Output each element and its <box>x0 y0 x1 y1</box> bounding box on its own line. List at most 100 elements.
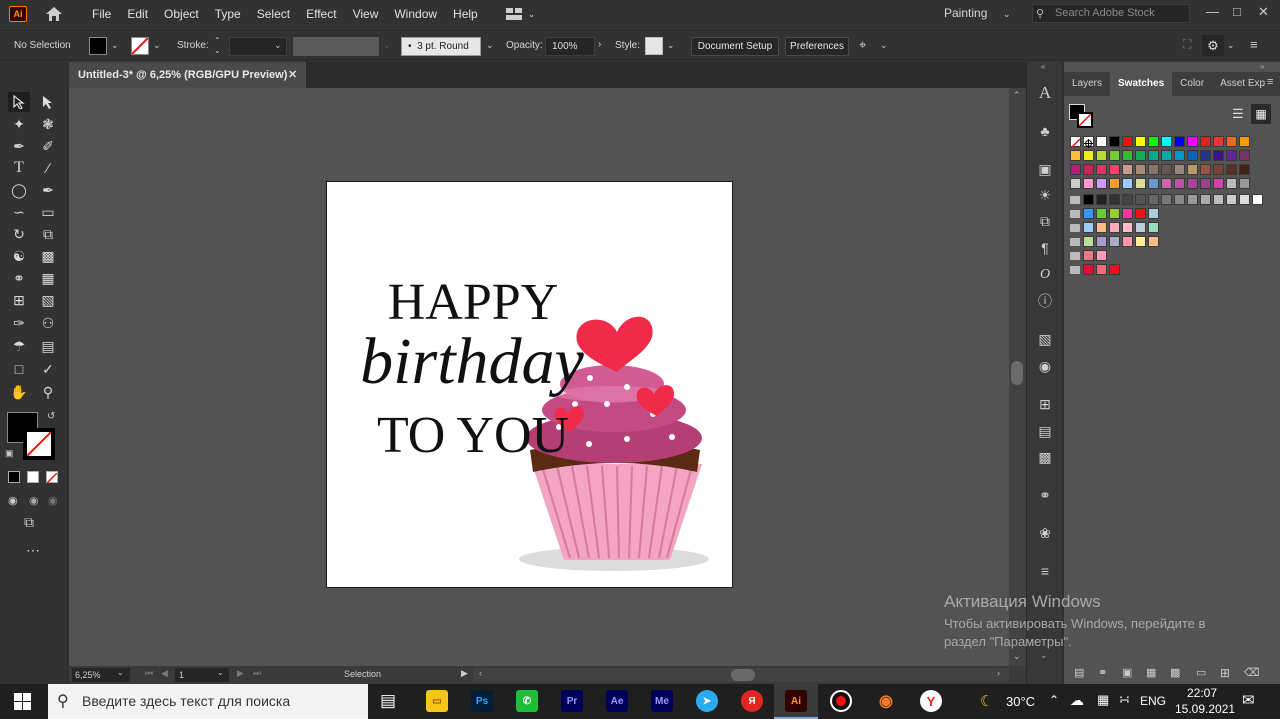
swatch-cell[interactable] <box>1096 194 1107 205</box>
swatch-cell[interactable] <box>1122 222 1133 233</box>
swatch-cell[interactable] <box>1187 150 1198 161</box>
new-color-group-icon[interactable]: ▩ <box>1170 666 1180 679</box>
illustrator-taskbar-icon[interactable]: Ai <box>785 690 807 712</box>
swatch-cell[interactable] <box>1226 178 1237 189</box>
chevron-down-icon[interactable]: ⌄ <box>667 40 675 51</box>
swatch-stroke-icon[interactable] <box>1077 112 1093 128</box>
tab-asset-export[interactable]: Asset Exp <box>1212 72 1273 96</box>
task-view-icon[interactable]: ▤ <box>380 691 396 711</box>
menu-file[interactable]: File <box>84 0 119 28</box>
swatch-cell[interactable] <box>1239 164 1250 175</box>
swatch-cell[interactable] <box>1226 136 1237 147</box>
color-group-folder-icon[interactable] <box>1070 252 1080 260</box>
menu-window[interactable]: Window <box>386 0 445 28</box>
edit-toolbar-icon[interactable]: ⋯ <box>26 542 41 559</box>
swatch-cell[interactable] <box>1135 150 1146 161</box>
premiere-icon[interactable]: Pr <box>561 690 583 712</box>
swatch-cell[interactable] <box>1239 150 1250 161</box>
swatch-cell[interactable] <box>1135 236 1146 247</box>
swatch-cell[interactable] <box>1174 136 1185 147</box>
clock-date[interactable]: 15.09.2021 <box>1175 702 1235 716</box>
artboards-panel-icon[interactable]: ⊞ <box>1036 395 1054 413</box>
chevron-down-icon[interactable]: ⌄ <box>1040 650 1048 661</box>
search-adobe-stock-input[interactable]: Search Adobe Stock <box>1032 4 1190 23</box>
swatch-cell[interactable] <box>1135 164 1146 175</box>
phone-app-icon[interactable]: ✆ <box>516 690 538 712</box>
swatch-cell[interactable] <box>1213 194 1224 205</box>
swatch-cell[interactable] <box>1083 250 1094 261</box>
line-tool-icon[interactable]: ∕ <box>37 158 59 178</box>
swatch-cell[interactable] <box>1174 178 1185 189</box>
swatch-cell[interactable] <box>1148 208 1159 219</box>
chevron-down-icon[interactable]: ⌄ <box>217 668 224 677</box>
gradient-mode-icon[interactable] <box>27 471 39 483</box>
paintbrush-tool-icon[interactable]: ✒ <box>37 180 59 200</box>
scroll-left-icon[interactable]: ‹ <box>479 668 482 678</box>
arrange-documents-button[interactable]: ⌄ <box>505 8 535 20</box>
tab-swatches[interactable]: Swatches <box>1110 72 1173 96</box>
brush-definition[interactable]: • 3 pt. Round <box>401 37 481 56</box>
swatch-cell[interactable] <box>1109 136 1120 147</box>
variable-width-profile[interactable] <box>293 37 379 56</box>
menu-object[interactable]: Object <box>156 0 207 28</box>
default-colors-icon[interactable]: ▣ <box>5 448 14 459</box>
previous-artboard-icon[interactable]: ◀ <box>161 668 168 679</box>
transparency-panel-icon[interactable]: ◉ <box>1036 357 1054 375</box>
fill-swatch[interactable] <box>89 37 107 55</box>
stroke-swatch[interactable] <box>131 37 149 55</box>
workspace-switcher[interactable]: Painting <box>944 6 987 20</box>
after-effects-icon[interactable]: Ae <box>606 690 628 712</box>
menu-type[interactable]: Type <box>207 0 249 28</box>
chevron-down-icon[interactable]: ⌄ <box>274 40 282 51</box>
yandex-browser-icon[interactable]: Y <box>920 690 942 712</box>
swatch-cell[interactable] <box>1239 136 1250 147</box>
swatch-cell[interactable] <box>1200 164 1211 175</box>
tab-color[interactable]: Color <box>1172 72 1212 96</box>
swap-colors-icon[interactable]: ↺ <box>47 411 55 422</box>
swatch-cell[interactable] <box>1187 178 1198 189</box>
swatch-cell[interactable] <box>1109 150 1120 161</box>
folder-icon[interactable]: ▭ <box>1196 666 1206 679</box>
swatch-cell[interactable] <box>1070 164 1081 175</box>
home-icon[interactable] <box>45 6 63 22</box>
menu-view[interactable]: View <box>345 0 387 28</box>
swatch-cell[interactable] <box>1109 264 1120 275</box>
close-icon[interactable]: ✕ <box>1258 4 1269 20</box>
swatch-cell[interactable] <box>1148 222 1159 233</box>
chevron-up-icon[interactable]: ⌃ <box>1049 693 1059 707</box>
swatch-cell[interactable] <box>1109 222 1120 233</box>
windows-start-icon[interactable] <box>14 693 31 710</box>
stroke-stepper[interactable]: ⌃ ⌄ <box>214 36 221 56</box>
eraser-tool-icon[interactable]: ▭ <box>37 202 59 222</box>
opacity-field[interactable]: 100% <box>545 37 595 56</box>
blend-tool-icon[interactable]: ⚇ <box>37 313 59 333</box>
swatch-cell[interactable] <box>1070 150 1081 161</box>
color-group-folder-icon[interactable] <box>1070 266 1080 274</box>
curvature-tool-icon[interactable]: ✐ <box>37 136 59 156</box>
navigator-panel-icon[interactable]: ⚭ <box>1036 486 1054 504</box>
horizontal-scroll-thumb[interactable] <box>731 669 755 681</box>
shaper-tool-icon[interactable]: ∽ <box>8 202 30 222</box>
scroll-right-icon[interactable]: › <box>997 668 1000 678</box>
first-artboard-icon[interactable]: ⏮ <box>145 668 153 679</box>
swatch-cell[interactable] <box>1096 222 1107 233</box>
swatch-registration[interactable] <box>1083 136 1094 148</box>
lasso-tool-icon[interactable]: ❃ <box>37 114 59 134</box>
swatch-cell[interactable] <box>1213 164 1224 175</box>
swatch-libraries-icon[interactable]: ▤ <box>1074 666 1084 679</box>
direct-selection-tool-icon[interactable] <box>37 92 59 112</box>
swatch-cell[interactable] <box>1109 194 1120 205</box>
swatch-cell[interactable] <box>1083 164 1094 175</box>
swatch-none[interactable] <box>1070 136 1081 149</box>
swatch-cell[interactable] <box>1096 150 1107 161</box>
swatch-cell[interactable] <box>1148 178 1159 189</box>
collapse-panel-icon[interactable]: » <box>1260 62 1264 71</box>
swatch-cell[interactable] <box>1148 236 1159 247</box>
screen-mode-icon[interactable]: ⧉ <box>24 514 34 531</box>
file-explorer-icon[interactable]: ▭ <box>426 690 448 712</box>
swatch-cell[interactable] <box>1161 178 1172 189</box>
character-panel-icon[interactable]: A <box>1036 83 1054 102</box>
network-icon[interactable]: ▦ <box>1097 692 1109 708</box>
language-indicator[interactable]: ENG <box>1140 694 1166 708</box>
document-setup-button[interactable]: Document Setup <box>691 37 779 56</box>
